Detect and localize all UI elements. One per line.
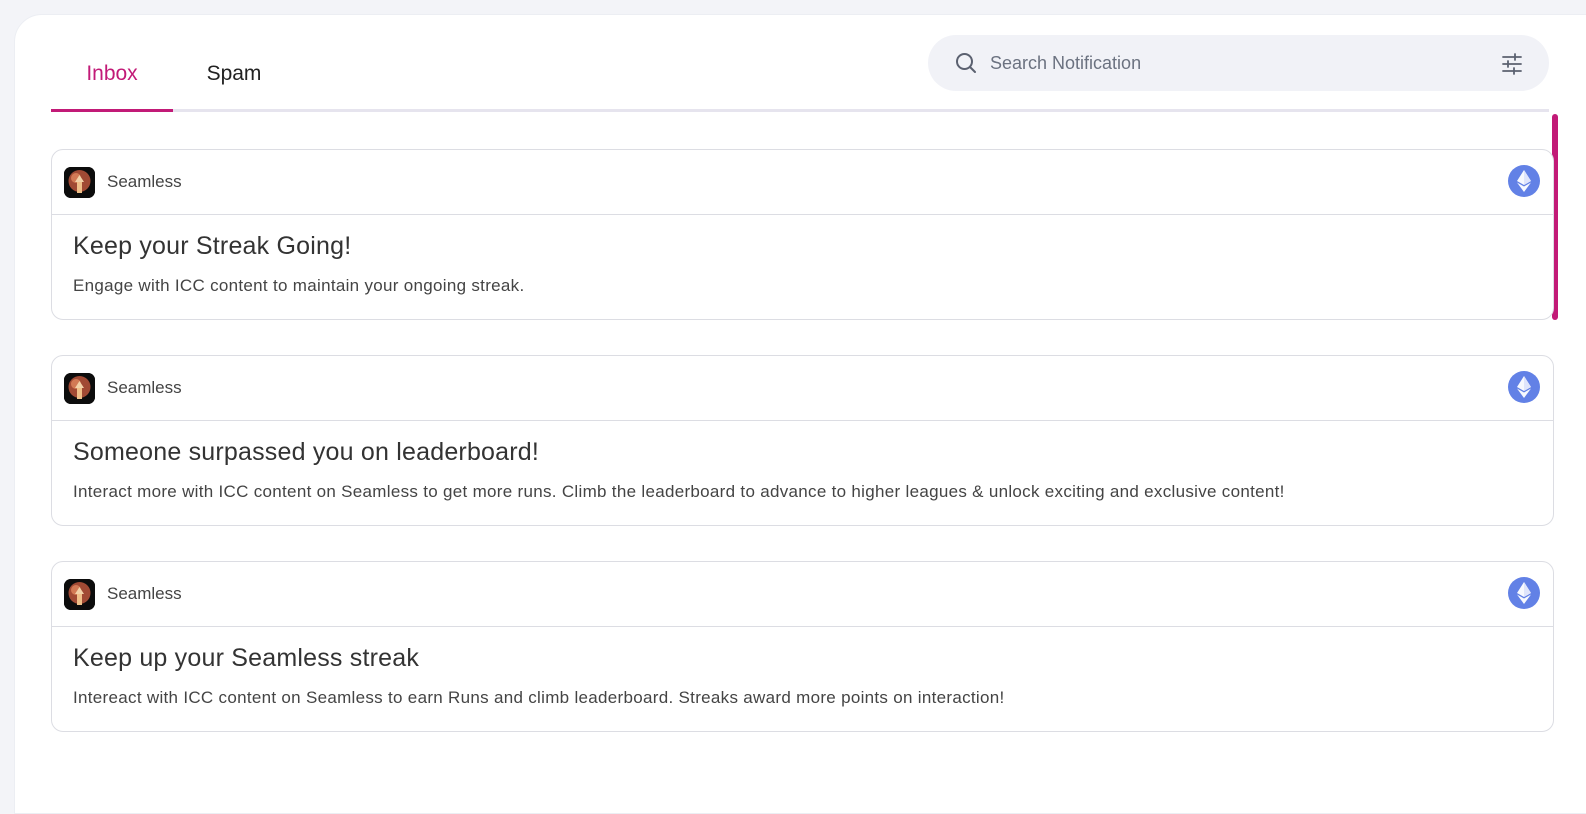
notification-card[interactable]: Seamless Keep your Streak Going! Engage … — [51, 149, 1554, 320]
ethereum-icon — [1508, 577, 1540, 609]
ethereum-icon — [1508, 165, 1540, 197]
notification-title: Keep up your Seamless streak — [73, 644, 420, 672]
search-bar — [928, 35, 1549, 91]
notification-body: Interact more with ICC content on Seamle… — [73, 482, 1285, 501]
notification-body: Engage with ICC content to maintain your… — [73, 276, 525, 295]
notification-source: Seamless — [107, 584, 182, 603]
notification-source: Seamless — [107, 378, 182, 397]
notification-card[interactable]: Seamless Keep up your Seamless streak In… — [51, 561, 1554, 732]
notification-header: Seamless — [52, 562, 1553, 627]
notification-header: Seamless — [52, 356, 1553, 421]
tab-inbox[interactable]: Inbox — [51, 35, 173, 112]
app-avatar — [64, 373, 95, 404]
ethereum-icon — [1508, 371, 1540, 403]
app-avatar — [64, 167, 95, 198]
notification-card[interactable]: Seamless Someone surpassed you on leader… — [51, 355, 1554, 526]
notification-title: Keep your Streak Going! — [73, 232, 352, 260]
notification-source: Seamless — [107, 172, 182, 191]
notification-title: Someone surpassed you on leaderboard! — [73, 438, 540, 466]
search-input[interactable] — [990, 47, 1470, 79]
filter-sliders-icon[interactable] — [1500, 52, 1524, 81]
search-icon — [954, 51, 978, 80]
notification-body: Intereact with ICC content on Seamless t… — [73, 688, 1005, 707]
notification-header: Seamless — [52, 150, 1553, 215]
app-avatar — [64, 579, 95, 610]
tab-spam[interactable]: Spam — [173, 35, 295, 112]
